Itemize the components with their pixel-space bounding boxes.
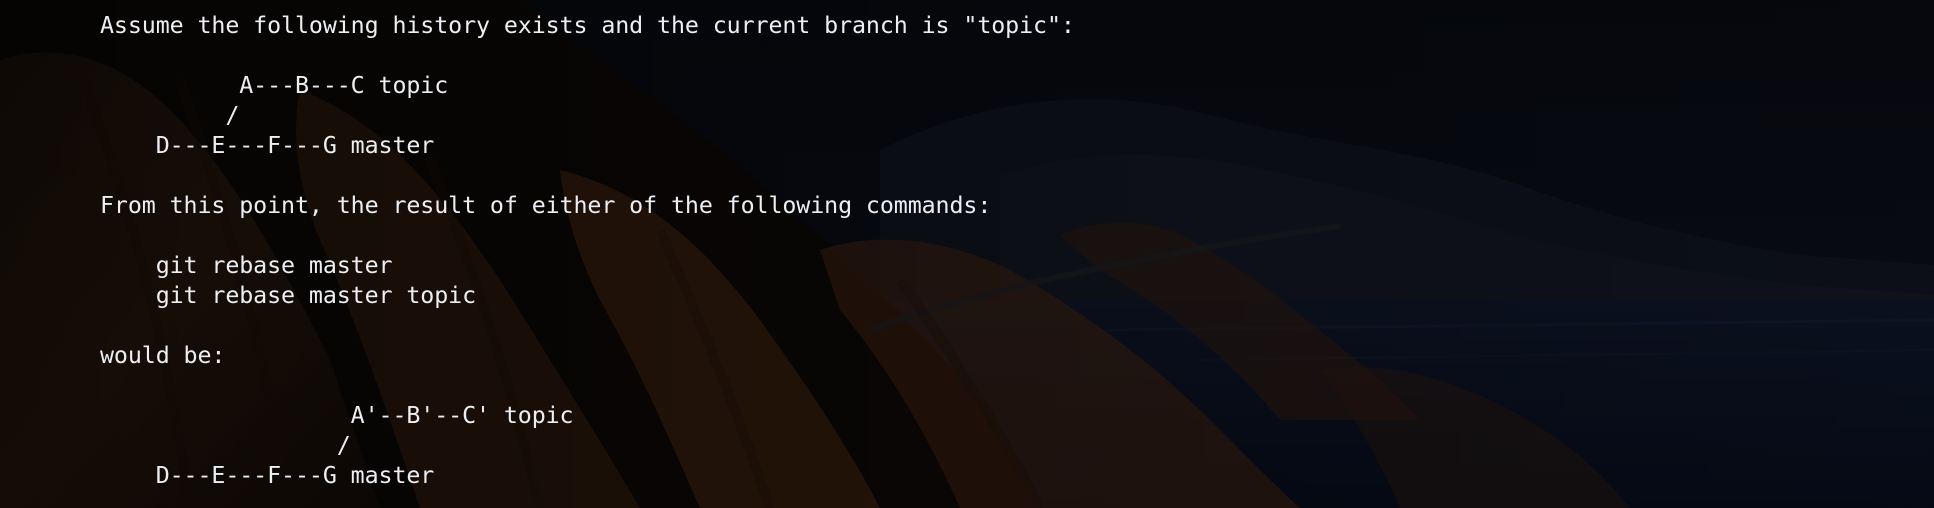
- output-line-7: From this point, the result of either of…: [100, 192, 992, 219]
- terminal-window[interactable]: Assume the following history exists and …: [0, 0, 1934, 508]
- output-line-9: git rebase master: [100, 252, 393, 279]
- output-line-15: /: [100, 432, 351, 459]
- output-line-12: would be:: [100, 342, 226, 369]
- output-line-6: [100, 161, 1075, 191]
- output-line-3: A---B---C topic: [100, 72, 449, 99]
- output-line-1: Assume the following history exists and …: [100, 12, 1075, 39]
- output-line-16: D---E---F---G master: [100, 462, 435, 489]
- output-line-5: D---E---F---G master: [100, 132, 435, 159]
- output-line-10: git rebase master topic: [100, 282, 476, 309]
- output-line-2: [100, 41, 1075, 71]
- output-line-14: A'--B'--C' topic: [100, 402, 574, 429]
- output-line-8: [100, 221, 1075, 251]
- terminal-output: Assume the following history exists and …: [100, 11, 1075, 491]
- output-line-13: [100, 371, 1075, 401]
- output-line-4: /: [100, 102, 240, 129]
- output-line-11: [100, 311, 1075, 341]
